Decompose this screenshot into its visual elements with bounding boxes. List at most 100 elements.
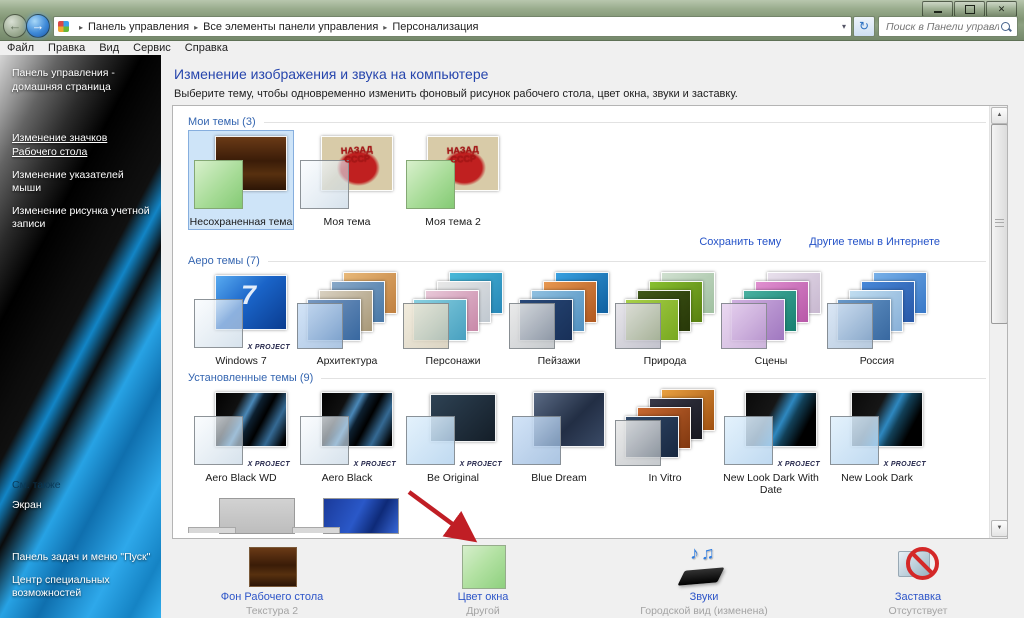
- theme-label: Пейзажи: [507, 355, 611, 367]
- theme-watermark: X PROJECT: [778, 461, 820, 468]
- theme-row: X PROJECTAero Black WDX PROJECTAero Blac…: [188, 386, 990, 498]
- search-box[interactable]: [878, 16, 1018, 37]
- scroll-up-icon[interactable]: ▲: [991, 107, 1008, 124]
- theme-thumbnail: [509, 389, 609, 469]
- theme-links-row: Сохранить тему Другие темы в Интернете: [186, 230, 990, 252]
- theme-thumbnail: НАЗАД СССР: [297, 133, 397, 213]
- theme-row: Несохраненная темаНАЗАД СССРМоя темаНАЗА…: [188, 130, 990, 230]
- scrollbar-thumb[interactable]: [991, 124, 1008, 324]
- address-bar[interactable]: ▸Панель управления▸Все элементы панели у…: [53, 16, 852, 37]
- menu-item[interactable]: Файл: [0, 42, 41, 54]
- theme-item[interactable]: Несохраненная тема: [188, 130, 294, 230]
- theme-item[interactable]: НАЗАД СССР Моя тема: [294, 130, 400, 230]
- footer-setting-wallpaper[interactable]: Фон Рабочего столаТекстура 2: [172, 543, 372, 617]
- address-dropdown-icon[interactable]: ▾: [842, 22, 846, 31]
- minimize-icon: [934, 11, 942, 13]
- sounds-icon: ♪♫: [604, 543, 804, 589]
- theme-item[interactable]: Персонажи: [400, 269, 506, 369]
- theme-watermark: X PROJECT: [354, 461, 396, 468]
- theme-item[interactable]: 7X PROJECTWindows 7: [188, 269, 294, 369]
- sidebar-item[interactable]: Изменение значков Рабочего стола: [12, 132, 150, 159]
- sidebar-item[interactable]: Панель управления - домашняя страница: [12, 67, 150, 94]
- scrollbar[interactable]: ▲ ▼: [989, 106, 1007, 538]
- theme-thumbnail: [721, 272, 821, 352]
- theme-thumbnail: X PROJECT: [721, 389, 821, 469]
- back-button[interactable]: ←: [3, 14, 27, 38]
- back-icon: ←: [4, 15, 26, 36]
- theme-item-partial[interactable]: [292, 527, 340, 533]
- glass-square-icon: [194, 160, 243, 209]
- page-subtitle: Выберите тему, чтобы одновременно измени…: [174, 88, 738, 100]
- get-themes-online-link[interactable]: Другие темы в Интернете: [809, 236, 940, 248]
- footer-setting-window-color[interactable]: Цвет окна Другой: [383, 543, 583, 617]
- breadcrumb-item[interactable]: Панель управления: [88, 21, 189, 33]
- theme-item[interactable]: НАЗАД СССРМоя тема 2: [400, 130, 506, 230]
- glass-square-icon: [512, 416, 561, 465]
- theme-item[interactable]: X PROJECTAero Black WD: [188, 386, 294, 498]
- see-also-header: См. также: [12, 479, 153, 491]
- sidebar-item[interactable]: Экран: [12, 499, 153, 513]
- scrollbar-grip-icon: [995, 219, 1004, 227]
- theme-label: Be Original: [401, 472, 505, 484]
- theme-label: Природа: [613, 355, 717, 367]
- theme-item[interactable]: X PROJECTNew Look Dark With Date: [718, 386, 824, 498]
- theme-item[interactable]: Природа: [612, 269, 718, 369]
- refresh-icon: ↻: [859, 19, 869, 33]
- theme-thumbnail: 7X PROJECT: [191, 272, 291, 352]
- theme-thumbnail: X PROJECT: [827, 389, 927, 469]
- music-notes-icon: ♪♫: [690, 543, 717, 564]
- menu-item[interactable]: Сервис: [126, 42, 178, 54]
- sidebar-item[interactable]: Панель задач и меню "Пуск": [12, 551, 153, 565]
- theme-watermark: X PROJECT: [884, 461, 926, 468]
- theme-thumbnail: [615, 272, 715, 352]
- main-content: Изменение изображения и звука на компьют…: [162, 55, 1024, 618]
- section-header-label: Мои темы (3): [188, 116, 256, 128]
- theme-label: In Vitro: [613, 472, 717, 484]
- theme-item[interactable]: X PROJECT Be Original: [400, 386, 506, 498]
- save-theme-link[interactable]: Сохранить тему: [699, 236, 781, 248]
- footer-setting-screensaver[interactable]: ЗаставкаОтсутствует: [818, 543, 1018, 617]
- theme-label: Aero Black: [295, 472, 399, 484]
- theme-item[interactable]: X PROJECTNew Look Dark: [824, 386, 930, 498]
- footer-setting-status: Другой: [383, 605, 583, 617]
- search-input[interactable]: [884, 20, 1001, 34]
- sidebar-item[interactable]: Изменение рисунка учетной записи: [12, 205, 150, 232]
- refresh-button[interactable]: ↻: [853, 16, 875, 37]
- theme-settings-bar: Фон Рабочего столаТекстура 2 Цвет окна Дру…: [162, 537, 1024, 618]
- forward-button[interactable]: →: [26, 14, 50, 38]
- menu-item[interactable]: Правка: [41, 42, 92, 54]
- sidebar-item[interactable]: Центр специальных возможностей: [12, 574, 153, 601]
- theme-item[interactable]: Россия: [824, 269, 930, 369]
- theme-item[interactable]: In Vitro: [612, 386, 718, 498]
- theme-item[interactable]: Пейзажи: [506, 269, 612, 369]
- menu-item[interactable]: Вид: [92, 42, 126, 54]
- minimize-button[interactable]: [922, 1, 953, 17]
- theme-item[interactable]: Blue Dream: [506, 386, 612, 498]
- theme-thumbnail: X PROJECT: [191, 389, 291, 469]
- footer-setting-label: Цвет окна: [383, 591, 583, 603]
- glass-square-icon: [830, 416, 879, 465]
- theme-label: Россия: [825, 355, 929, 367]
- theme-watermark: X PROJECT: [248, 461, 290, 468]
- theme-item[interactable]: Архитектура: [294, 269, 400, 369]
- breadcrumb-separator-icon: ▸: [383, 23, 387, 32]
- theme-item[interactable]: Сцены: [718, 269, 824, 369]
- footer-setting-sounds[interactable]: ♪♫ЗвукиГородской вид (изменена): [604, 543, 804, 617]
- breadcrumb-item[interactable]: Персонализация: [392, 21, 478, 33]
- theme-thumbnail: НАЗАД СССР: [403, 133, 503, 213]
- theme-label: Персонажи: [401, 355, 505, 367]
- maximize-button[interactable]: [954, 1, 985, 17]
- menu-item[interactable]: Справка: [178, 42, 235, 54]
- breadcrumb-item[interactable]: Все элементы панели управления: [203, 21, 378, 33]
- scroll-down-icon[interactable]: ▼: [991, 520, 1008, 537]
- close-button[interactable]: ✕: [986, 1, 1017, 17]
- theme-item[interactable]: X PROJECT Aero Black: [294, 386, 400, 498]
- theme-thumbnail: [615, 389, 715, 469]
- theme-thumbnail: X PROJECT: [403, 389, 503, 469]
- glass-square-icon: [615, 420, 661, 466]
- theme-item-partial[interactable]: [188, 527, 236, 533]
- theme-label: Моя тема: [295, 216, 399, 228]
- sidebar-item[interactable]: Изменение указателей мыши: [12, 169, 150, 196]
- screensaver-icon: [818, 543, 1018, 589]
- menu-bar: ФайлПравкаВидСервисСправка: [0, 41, 1024, 55]
